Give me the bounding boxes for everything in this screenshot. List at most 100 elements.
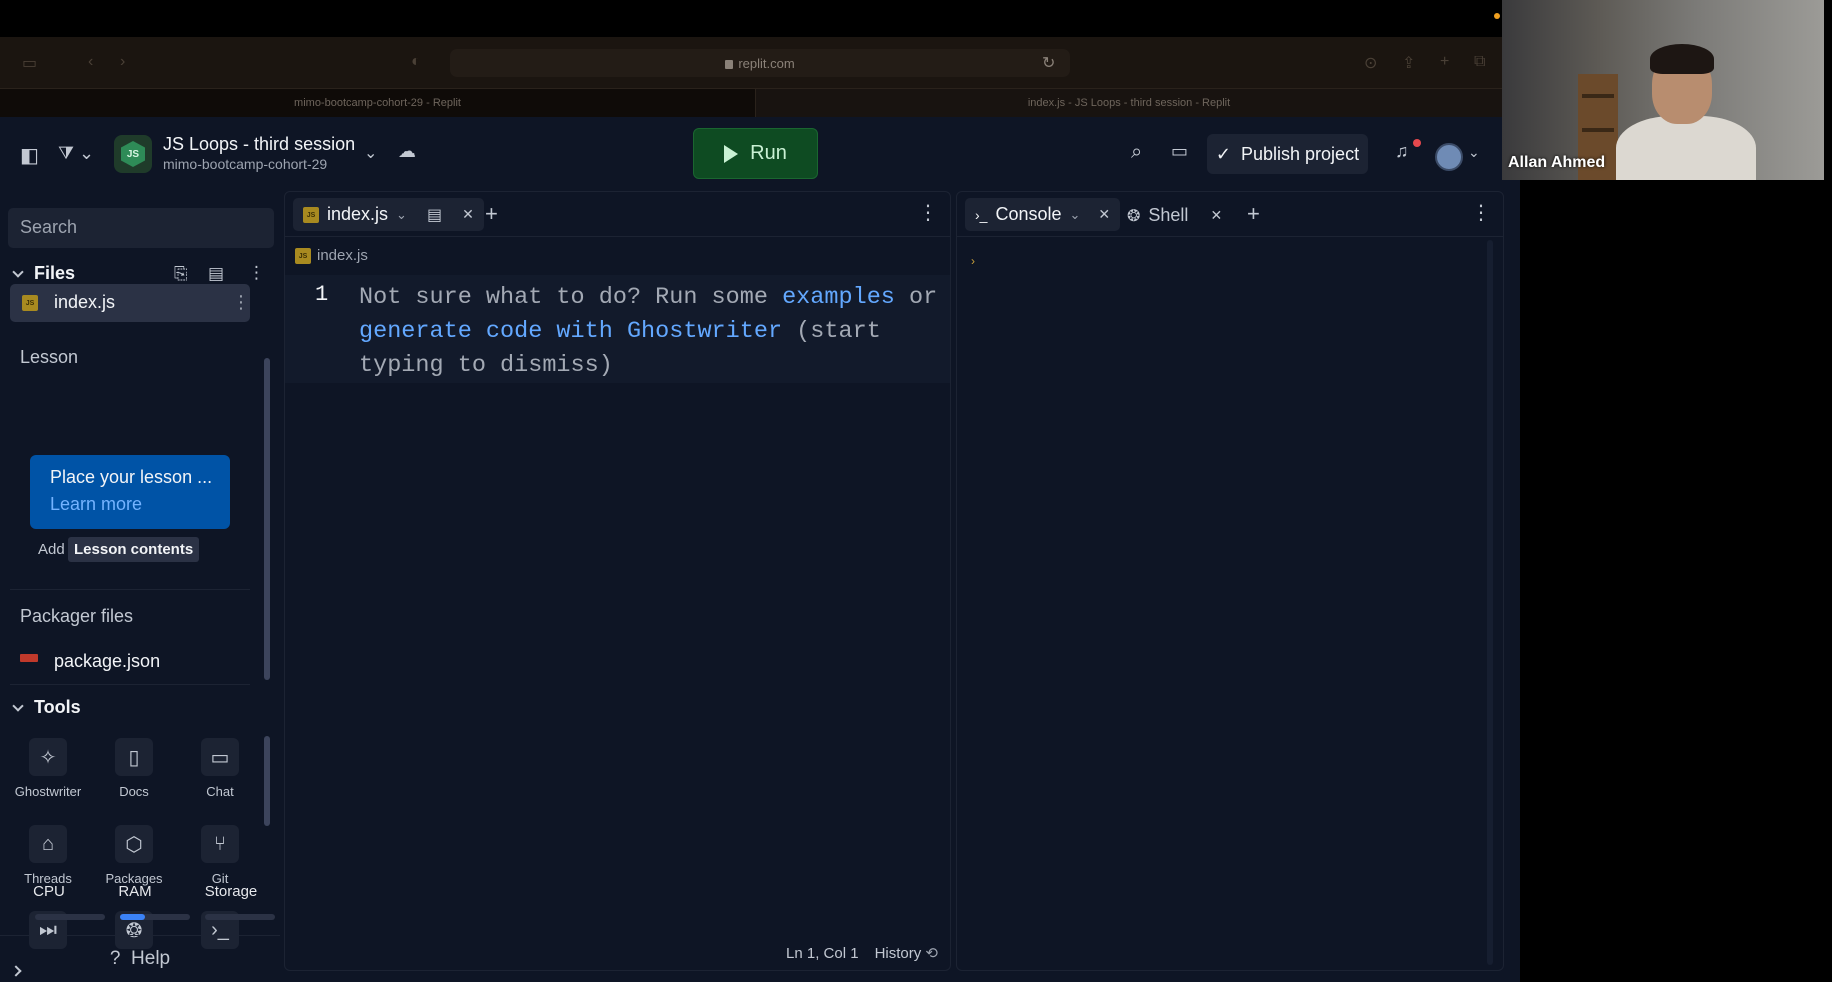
participant-hair [1650,44,1714,74]
add-lesson-button[interactable]: Add [38,541,65,558]
cpu-meter [35,914,105,920]
shell-icon: ❂ [1127,207,1141,225]
shield-icon[interactable]: ◐ [411,53,421,71]
chevron-down-icon[interactable]: ⌄ [1070,207,1081,223]
console-prompt[interactable]: › [971,254,975,268]
chevron-down-icon [12,266,24,278]
publish-button[interactable]: ✓ Publish project [1207,134,1368,174]
new-folder-icon[interactable]: ▤ [208,264,224,284]
chevron-down-icon[interactable]: ⌄ [364,143,377,163]
sidebar: Search Files ⎘ ▤ ⋮ JS index.js ⋮ Lesson … [0,191,280,982]
more-options-icon[interactable]: ⋮ [918,203,938,223]
tool-chat[interactable]: ▭ Chat [177,738,263,799]
lock-icon [725,60,734,69]
back-icon[interactable]: ‹ [88,53,93,71]
replit-workspace: ◧ ⧩ ⌄ JS JS Loops - third session mimo-b… [0,117,1520,982]
run-label: Run [750,142,787,164]
lesson-card[interactable]: Place your lesson ... Learn more [30,455,230,529]
download-icon[interactable]: ⊙ [1364,53,1377,73]
tools-scrollbar[interactable] [264,736,270,826]
cursor-position[interactable]: Ln 1, Col 1 [786,945,859,962]
line-number: 1 [315,282,329,307]
tab-console[interactable]: ›_ Console ⌄ ✕ [965,198,1121,231]
js-file-icon: JS [295,247,311,264]
close-icon[interactable]: ✕ [462,206,474,223]
examples-link[interactable]: examples [782,284,895,311]
bell-icon[interactable]: ♫ [1395,141,1409,162]
search-icon[interactable]: ⌕ [1131,141,1142,164]
search-input[interactable]: Search [8,208,274,248]
close-icon[interactable]: ✕ [1098,206,1110,223]
help-button[interactable]: ? Help [0,935,280,982]
tab-overview-icon[interactable]: ⧉ [1474,53,1485,71]
forward-icon[interactable]: › [120,53,125,71]
more-options-icon[interactable]: ⋮ [1471,203,1491,223]
files-section-header[interactable]: Files [12,263,75,284]
cloud-sync-icon[interactable]: ☁ [398,141,416,162]
editor-status-bar: Ln 1, Col 1 History ⟲ [786,944,938,963]
terminal-icon: ›_ [975,206,988,223]
run-button[interactable]: Run [693,128,818,179]
tool-docs[interactable]: ▯ Docs [91,738,177,799]
tab-shell[interactable]: ❂ Shell ✕ [1127,205,1222,226]
chevron-down-icon [12,700,24,712]
console-scrollbar[interactable] [1487,240,1493,965]
participant-body [1616,116,1756,180]
tool-packages[interactable]: ⬡ Packages [91,825,177,886]
js-file-icon: JS [22,295,38,311]
chevron-down-icon[interactable]: ⌄ [1468,144,1480,161]
packager-heading: Packager files [20,606,134,626]
tools-heading: Tools [34,697,81,717]
tool-ghostwriter[interactable]: ✧ Ghostwriter [5,738,91,799]
history-button[interactable]: History ⟲ [875,944,938,962]
help-icon: ? [109,948,121,969]
repl-language-logo[interactable]: JS [114,135,152,173]
share-icon[interactable]: ⇪ [1402,53,1415,73]
code-editor[interactable]: 1 Not sure what to do? Run some examples… [285,275,950,383]
new-tab-icon[interactable]: + [485,201,498,227]
more-options-icon[interactable]: ⋮ [248,263,265,283]
tab-label: Console [995,204,1062,224]
new-tab-icon[interactable]: + [1440,53,1449,71]
file-item-package-json[interactable]: package.json [20,649,250,677]
breadcrumb: JS index.js [295,247,368,264]
sidebar-toggle-icon[interactable]: ◧ [20,143,39,168]
avatar[interactable] [1435,143,1463,171]
chevron-down-icon[interactable]: ⌄ [396,207,407,223]
comment-icon[interactable]: ▭ [1171,141,1188,162]
sidebar-scrollbar[interactable] [264,358,270,680]
empty-editor-hint: Not sure what to do? Run some examples o… [359,281,939,383]
tool-label: Chat [206,784,234,799]
book-icon: ▯ [115,738,153,776]
preview-icon[interactable]: ▤ [427,205,442,225]
tool-threads[interactable]: ⌂ Threads [5,825,91,886]
new-file-icon[interactable]: ⎘ [174,264,188,284]
project-title[interactable]: JS Loops - third session [163,134,355,155]
replit-menu-icon[interactable]: ⧩ ⌄ [58,143,94,164]
ghostwriter-link[interactable]: generate code with Ghostwriter [359,318,782,345]
video-tile[interactable]: Allan Ahmed [1502,0,1824,180]
learn-more-link[interactable]: Learn more [50,494,230,515]
browser-tab-active[interactable]: index.js - JS Loops - third session - Re… [756,89,1502,118]
tool-label: Docs [119,784,149,799]
check-icon: ✓ [1215,143,1231,164]
new-tab-icon[interactable]: + [1247,201,1260,227]
play-icon [724,144,739,163]
tools-section-header[interactable]: Tools [12,697,81,718]
file-name: index.js [54,292,116,312]
browser-tab[interactable]: mimo-bootcamp-cohort-29 - Replit [0,89,756,118]
project-team[interactable]: mimo-bootcamp-cohort-29 [163,156,327,172]
address-bar[interactable]: replit.com [450,49,1070,77]
browser-toolbar: ▭ ‹ › ◐ replit.com ↻ ⊙ ⇪ + ⧉ [0,37,1502,88]
close-icon[interactable]: ✕ [1210,207,1222,224]
storage-label: Storage [204,883,258,900]
notification-badge [1413,139,1421,147]
file-menu-icon[interactable]: ⋮ [232,292,250,313]
hint-text: or [894,284,938,311]
sidebar-toggle-icon[interactable]: ▭ [22,53,37,73]
tool-git[interactable]: ⑂ Git [177,825,263,886]
reload-icon[interactable]: ↻ [1042,53,1055,73]
breadcrumb-file[interactable]: index.js [317,247,368,264]
file-item-index-js[interactable]: JS index.js ⋮ [10,284,250,322]
tab-index-js[interactable]: JS index.js ⌄ ▤ ✕ [293,198,484,231]
